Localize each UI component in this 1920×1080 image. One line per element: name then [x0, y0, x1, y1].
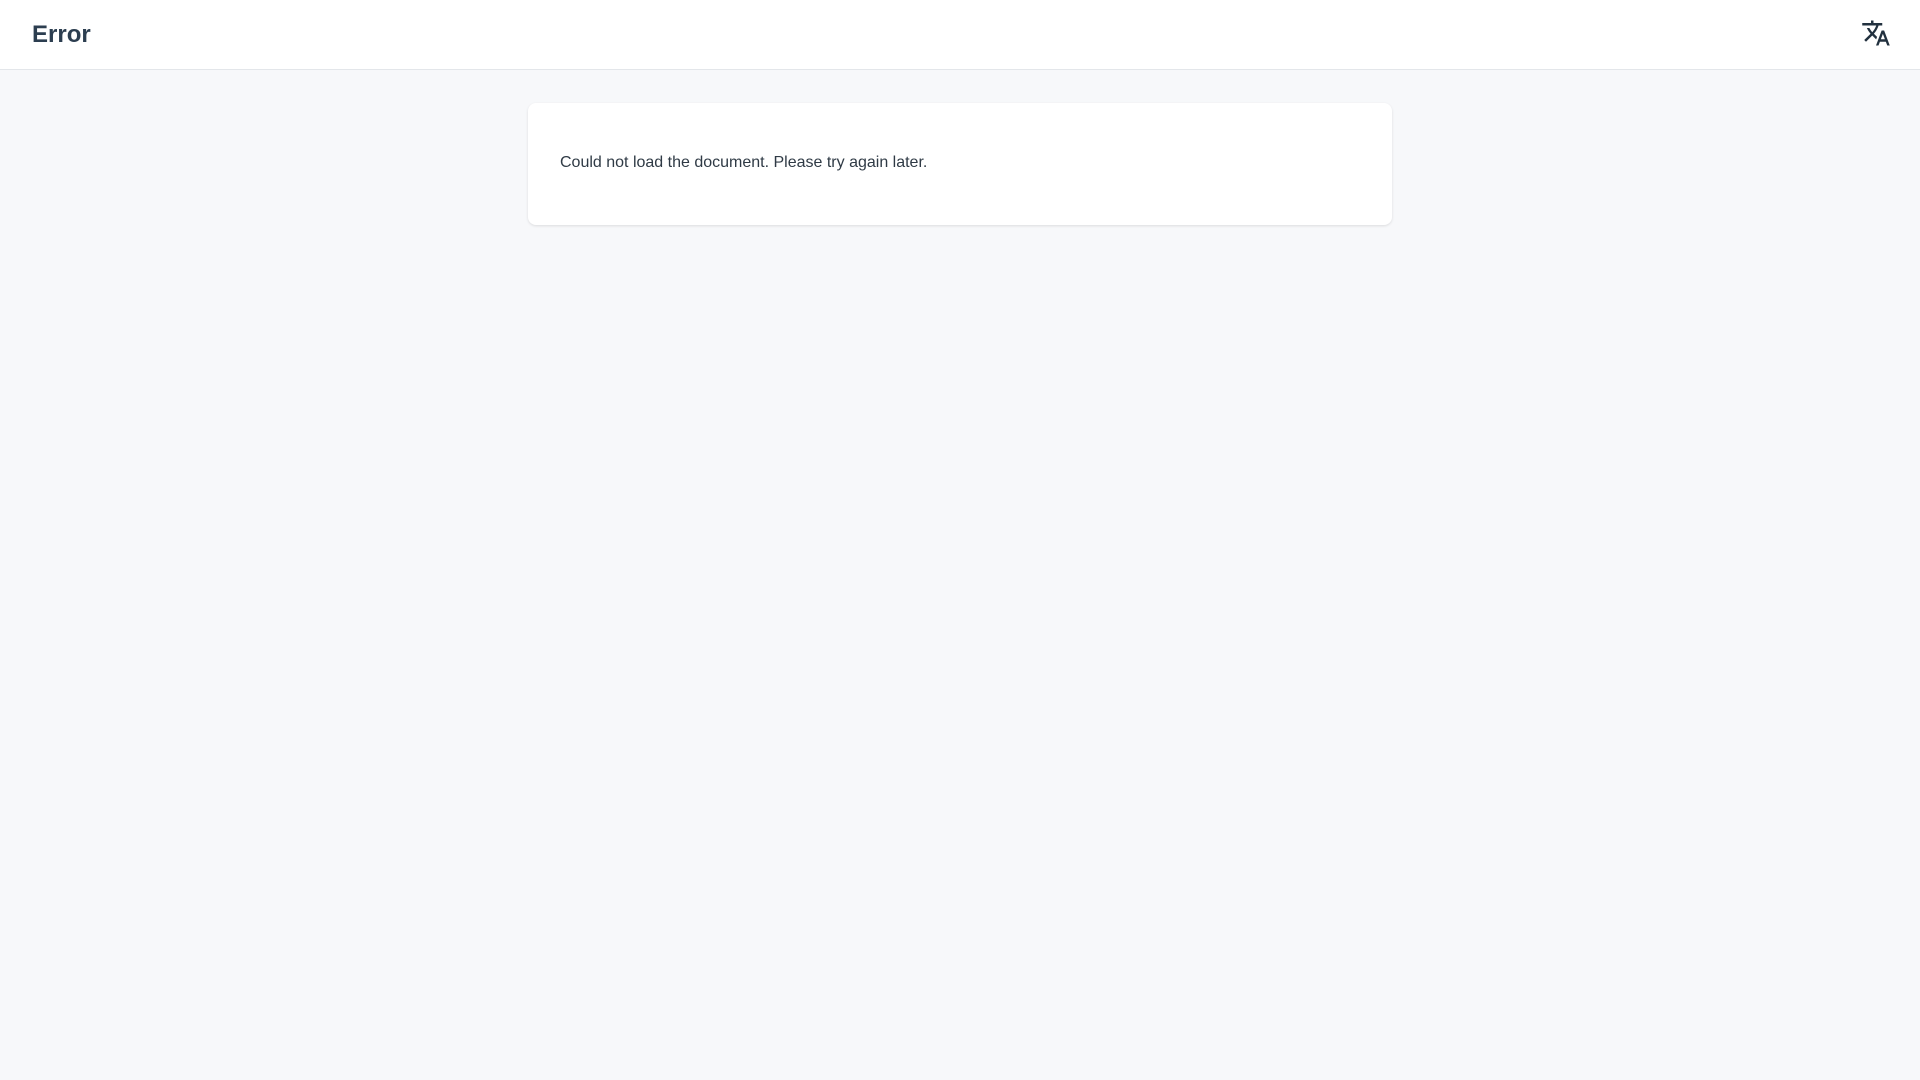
top-bar: Error	[0, 0, 1920, 70]
translate-button[interactable]	[1858, 16, 1894, 50]
page-title: Error	[32, 21, 91, 48]
error-card: Could not load the document. Please try …	[528, 103, 1392, 225]
error-message: Could not load the document. Please try …	[560, 154, 928, 171]
translate-icon	[1861, 18, 1891, 48]
